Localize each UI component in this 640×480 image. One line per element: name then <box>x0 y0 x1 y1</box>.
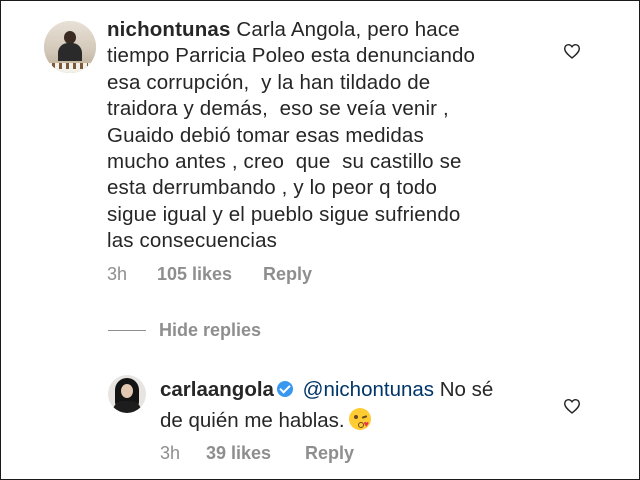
comment-text-line: traidora y demás, eso se veía venir , <box>107 97 449 121</box>
reply-avatar[interactable] <box>108 375 146 413</box>
comment-text-line: las consecuencias <box>107 229 278 253</box>
comment-text-line: tiempo Parricia Poleo esta denunciando <box>107 44 476 68</box>
hide-replies-label[interactable]: Hide replies <box>159 320 261 341</box>
reply-mention[interactable]: @nichontunas <box>303 378 434 401</box>
reply-reply-button[interactable]: Reply <box>305 443 354 464</box>
reply-likes[interactable]: 39 likes <box>206 443 271 464</box>
reply-button[interactable]: Reply <box>263 264 312 285</box>
heart-outline-icon[interactable] <box>563 398 581 414</box>
reply-second-line: de quién me hablas. ♥ <box>160 405 560 436</box>
comment-first-line: nichontunas Carla Angola, pero hace <box>107 17 537 43</box>
commenter-avatar[interactable] <box>44 21 96 73</box>
reply-text-part2: de quién me hablas. <box>160 409 345 432</box>
comment-likes[interactable]: 105 likes <box>157 264 232 285</box>
avatar-face <box>121 384 133 398</box>
face-blowing-kiss-emoji-icon: ♥ <box>348 408 371 430</box>
hide-replies-divider <box>108 330 146 331</box>
avatar-torso <box>113 401 141 413</box>
comment-text-line: sigue igual y el pueblo sigue sufriendo <box>107 202 461 226</box>
comment-body: nichontunas Carla Angola, pero hace tiem… <box>107 17 537 255</box>
verified-badge-icon <box>276 381 293 397</box>
comment-text-line: Carla Angola, pero hace <box>236 18 460 41</box>
heart-outline-icon[interactable] <box>563 43 581 59</box>
avatar-food <box>52 63 88 69</box>
comment-text-line: Guaido debió tomar esas medidas <box>107 123 424 147</box>
avatar-person-body <box>58 43 82 63</box>
reply-text-part1: No sé <box>439 378 494 401</box>
comment-text-line: esta derrumbando , y lo peor q todo <box>107 176 438 200</box>
reply-first-line: carlaangola @nichontunas No sé <box>160 374 560 405</box>
comment-time: 3h <box>107 264 128 284</box>
reply-username[interactable]: carlaangola <box>160 378 274 401</box>
reply-body: carlaangola @nichontunas No sé de quién … <box>160 374 560 436</box>
reply-time: 3h <box>160 443 181 463</box>
comment-username[interactable]: nichontunas <box>107 18 231 41</box>
comment-text-line: mucho antes , creo que su castillo se <box>107 150 462 174</box>
comment-text-line: esa corrupción, y la han tildado de <box>107 70 431 94</box>
